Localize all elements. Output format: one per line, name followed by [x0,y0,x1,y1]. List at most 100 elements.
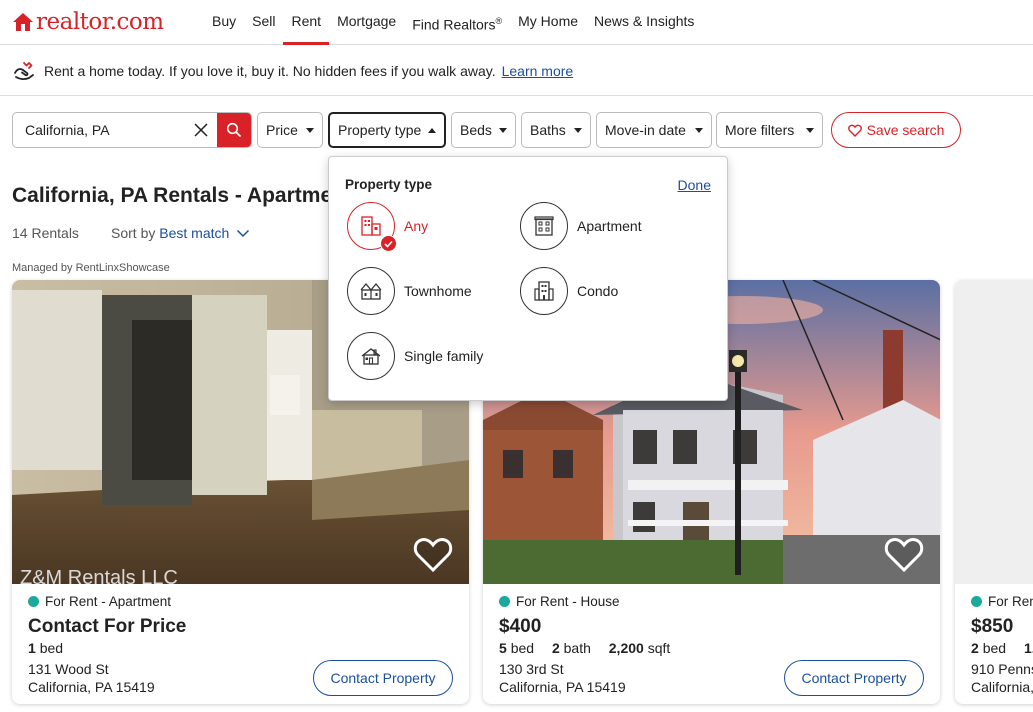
listing-price: $400 [499,616,542,637]
property-option-townhome[interactable]: Townhome [347,267,472,315]
photo-watermark: Z&M Rentals LLC [20,567,178,584]
more-filters[interactable]: More filters [716,112,823,148]
location-search [12,112,252,148]
listing-photo[interactable] [955,280,1033,584]
property-option-any[interactable]: Any [347,202,428,252]
chevron-down-icon [237,229,250,238]
bed-unit: bed [510,640,535,656]
property-type-filter-label: Property type [338,122,422,138]
property-type-filter[interactable]: Property type [328,112,446,148]
listing-specs: 1 bed [28,640,77,656]
save-search-label: Save search [866,122,945,138]
apartment-icon [534,216,554,236]
promo-banner: Rent a home today. If you love it, buy i… [0,46,1033,96]
listing-price: $850 [971,616,1014,637]
sqft-value: 2,200 [608,640,644,656]
move-in-date-filter-label: Move-in date [605,122,686,138]
sort-control[interactable]: Sort by Best match [111,225,250,241]
main-nav: Buy Sell Rent Mortgage Find Realtors® My… [204,0,702,45]
nav-item-news[interactable]: News & Insights [586,0,702,45]
contact-property-button[interactable]: Contact Property [313,660,453,696]
bed-count: 1 [28,640,36,656]
address-street: 131 Wood St [28,661,109,677]
property-type-dropdown: Property type Done Any Apartment Townhom… [328,156,728,401]
bath-count: 1. [1023,640,1033,656]
listing-status: For Rent - Apartment [28,594,171,609]
search-icon [226,122,241,137]
option-icon-circle [347,202,397,252]
listing-price: Contact For Price [28,616,187,637]
status-text: For Rent [988,594,1033,609]
learn-more-link[interactable]: Learn more [502,63,574,79]
move-in-date-filter[interactable]: Move-in date [596,112,712,148]
beds-filter-label: Beds [460,122,492,138]
search-button[interactable] [217,113,251,147]
listing-status: For Rent - House [499,594,620,609]
more-filters-label: More filters [725,122,795,138]
favorite-heart-icon[interactable] [413,536,453,574]
option-icon-circle [520,202,568,250]
rental-count: 14 Rentals [12,225,79,241]
chevron-down-icon [306,128,314,133]
nav-item-find-realtors-label: Find Realtors [412,16,496,33]
option-label: Townhome [404,283,472,299]
nav-item-buy[interactable]: Buy [204,0,244,45]
property-option-single-family[interactable]: Single family [347,332,483,380]
price-filter[interactable]: Price [257,112,323,148]
option-label: Apartment [577,218,642,234]
realtor-logo[interactable]: realtor.com [12,7,164,37]
bath-unit: bath [563,640,591,656]
listing-specs: 2 bed 1. [971,640,1033,656]
single-family-icon [361,348,381,365]
address-city: California, PA 15419 [499,679,626,695]
property-option-condo[interactable]: Condo [520,267,618,315]
sort-label: Sort by [111,225,156,241]
option-label: Condo [577,283,619,299]
any-buildings-icon [361,216,381,236]
managed-by-label: Managed by RentLinxShowcase [12,262,170,274]
baths-filter-label: Baths [530,122,566,138]
chevron-up-icon [428,128,436,133]
status-dot [28,596,39,607]
bed-unit: bed [39,640,64,656]
nav-item-rent[interactable]: Rent [283,0,330,45]
status-dot [499,596,510,607]
bed-count: 2 [971,640,979,656]
logo-text: realtor.com [36,9,164,35]
listing-card[interactable]: For Rent $850 2 bed 1. 910 Penns Califor… [955,280,1033,704]
status-text: For Rent - House [516,594,620,609]
done-button[interactable]: Done [678,177,711,193]
bed-count: 5 [499,640,507,656]
chevron-down-icon [806,128,814,133]
sort-value: Best match [159,225,230,241]
nav-item-mortgage[interactable]: Mortgage [329,0,404,45]
nav-item-find-realtors[interactable]: Find Realtors® [404,0,510,45]
bath-count: 2 [551,640,560,656]
nav-item-my-home[interactable]: My Home [510,0,586,45]
listing-specs: 5 bed 2 bath 2,200 sqft [499,640,684,656]
option-label: Single family [404,348,484,364]
selected-check-icon [380,235,397,252]
baths-filter[interactable]: Baths [521,112,591,148]
handshake-icon [14,61,34,80]
price-filter-label: Price [266,122,298,138]
panel-title: Property type [345,177,433,192]
promo-text: Rent a home today. If you love it, buy i… [44,62,496,79]
address-city: California, PA 15419 [28,679,155,695]
favorite-heart-icon[interactable] [884,536,924,574]
address-city: California, [971,679,1033,695]
nav-item-sell[interactable]: Sell [244,0,283,45]
chevron-down-icon [499,128,507,133]
option-icon-circle [347,332,395,380]
property-option-apartment[interactable]: Apartment [520,202,642,250]
townhome-icon [360,282,382,300]
address-street: 130 3rd St [499,661,564,677]
beds-filter[interactable]: Beds [451,112,516,148]
contact-property-button[interactable]: Contact Property [784,660,924,696]
condo-icon [534,281,554,301]
chevron-down-icon [695,128,703,133]
close-icon[interactable] [193,122,209,138]
save-search-button[interactable]: Save search [831,112,961,148]
registered-mark: ® [495,16,503,26]
location-search-input[interactable] [13,113,218,147]
